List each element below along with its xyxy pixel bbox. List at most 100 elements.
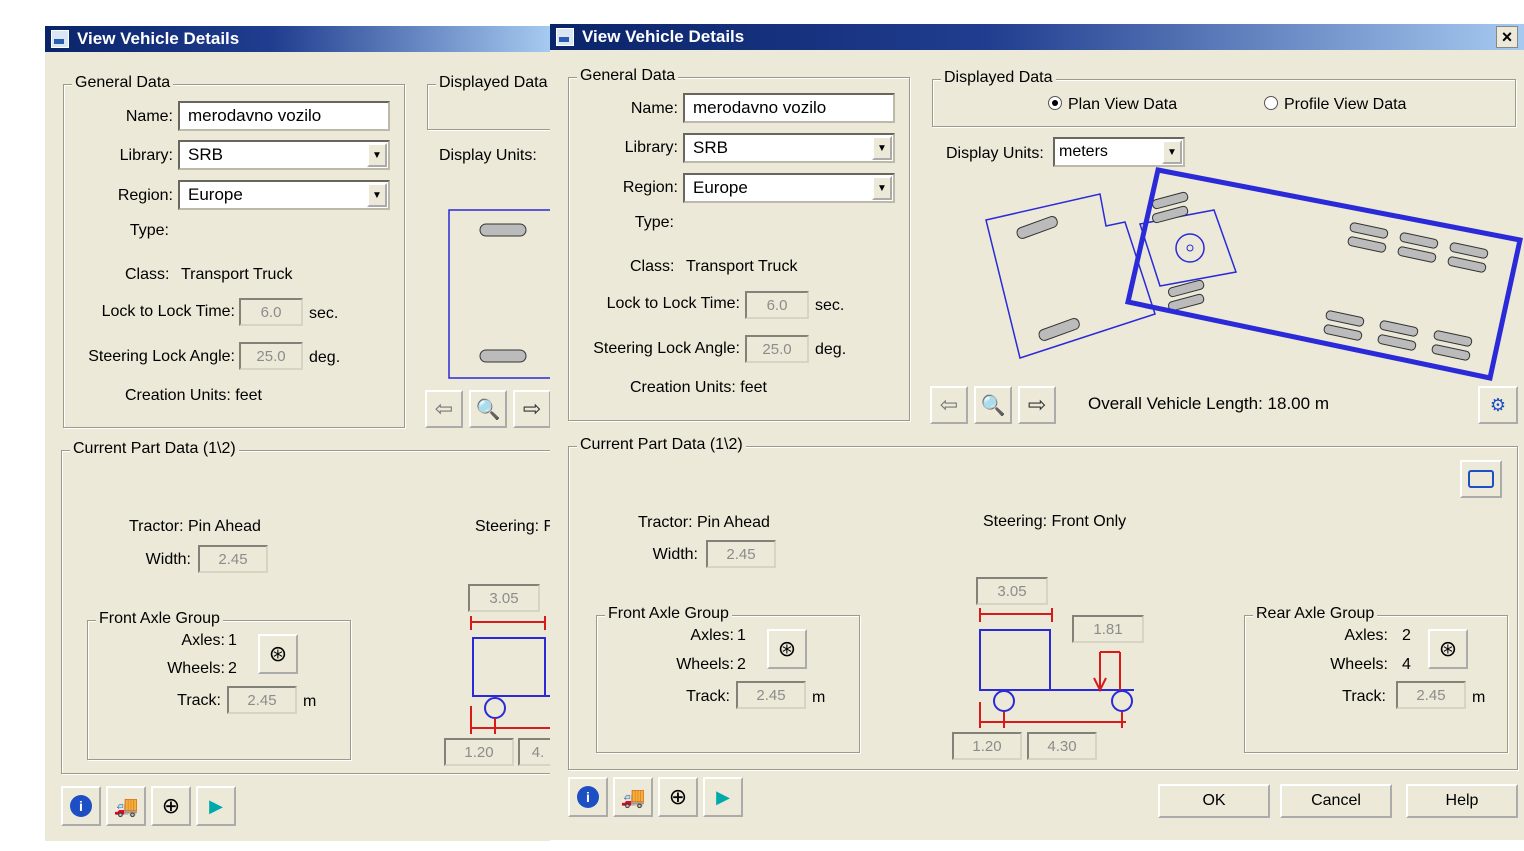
name-field[interactable]: merodavno vozilo [683, 93, 895, 123]
ok-button[interactable]: OK [1158, 784, 1270, 818]
tractor-label: Tractor: Pin Ahead [638, 514, 770, 531]
back-name-field[interactable]: merodavno vozilo [178, 101, 390, 131]
front-window-title: View Vehicle Details [582, 27, 745, 46]
info-icon: i [70, 795, 92, 817]
back-general-group: General Data [63, 74, 405, 428]
front-axles-value: 1 [737, 627, 746, 644]
back-zoom-button[interactable]: 🔍 [469, 390, 507, 428]
arrow-right-button[interactable]: ⇨ [1018, 386, 1056, 424]
back-plan-drawing [448, 209, 550, 379]
back-dim-bl-field: 1.20 [444, 738, 514, 766]
back-info-button[interactable]: i [61, 786, 101, 826]
front-track-label: Track: [686, 688, 730, 705]
info-icon: i [577, 786, 599, 808]
crosshair-button[interactable]: ⊕ [658, 777, 698, 817]
help-button[interactable]: Help [1406, 784, 1518, 818]
back-library-label: Library: [119, 147, 173, 164]
creation-label: Creation Units: feet [630, 379, 767, 396]
truck-button[interactable]: 🚚 [613, 777, 653, 817]
front-wheel-button[interactable]: ⊛ [767, 629, 807, 669]
info-button[interactable]: i [568, 777, 608, 817]
front-dialog: View Vehicle Details × General Data Name… [550, 24, 1524, 840]
back-window-title: View Vehicle Details [77, 29, 240, 48]
vehicle-export-icon: ▶ [716, 786, 730, 807]
back-vehicle-export-button[interactable]: ▶ [196, 786, 236, 826]
front-track-unit: m [812, 689, 826, 706]
plan-view-radio[interactable]: Plan View Data [1048, 96, 1177, 114]
back-track-unit: m [303, 693, 317, 710]
display-units-select[interactable]: meters ▼ [1053, 137, 1185, 167]
back-class-label: Class: [125, 266, 170, 283]
arrow-left-button[interactable]: ⇦ [930, 386, 968, 424]
back-dim-top-field: 3.05 [468, 584, 540, 612]
profile-view-radio[interactable]: Profile View Data [1264, 96, 1406, 114]
back-truck-button[interactable]: 🚚 [106, 786, 146, 826]
arrow-right-icon: ⇨ [522, 396, 542, 421]
front-wheels-label: Wheels: [676, 656, 734, 673]
back-axles-label: Axles: [181, 632, 225, 649]
profile-drawing [979, 608, 1134, 728]
arrow-right-icon: ⇨ [1027, 392, 1047, 417]
name-label: Name: [630, 100, 678, 117]
chevron-down-icon[interactable]: ▼ [872, 176, 892, 200]
back-title-bar[interactable]: View Vehicle Details [45, 26, 550, 52]
region-select[interactable]: Europe ▼ [683, 173, 895, 203]
rear-wheel-button[interactable]: ⊛ [1428, 629, 1468, 669]
part-view-button[interactable] [1460, 460, 1502, 498]
vehicle-export-button[interactable]: ▶ [703, 777, 743, 817]
zoom-icon: 🔍 [475, 398, 501, 421]
steering-label: Steering: Front Only [983, 513, 1127, 530]
general-group: General Data [568, 67, 910, 421]
back-track-label: Track: [177, 692, 221, 709]
back-dim-br-field: 4. [518, 738, 550, 766]
chevron-down-icon[interactable]: ▼ [1162, 140, 1182, 164]
width-field: 2.45 [706, 540, 776, 568]
steer-unit: deg. [815, 341, 847, 358]
overall-length-label: Overall Vehicle Length: 18.00 m [1088, 394, 1329, 413]
back-library-select[interactable]: SRB ▼ [178, 140, 390, 170]
truck-icon: 🚚 [113, 795, 139, 818]
back-arrow-right-button[interactable]: ⇨ [513, 390, 550, 428]
front-axles-label: Axles: [690, 627, 734, 644]
zoom-button[interactable]: 🔍 [974, 386, 1012, 424]
truck-icon: 🚚 [620, 786, 646, 809]
back-creation-label: Creation Units: feet [125, 387, 262, 404]
rear-track-label: Track: [1342, 688, 1386, 705]
back-dialog: View Vehicle Details General Data Name: … [45, 26, 550, 841]
front-axle-title: Front Axle Group [605, 605, 732, 623]
back-wheel-button[interactable]: ⊛ [258, 634, 298, 674]
chevron-down-icon[interactable]: ▼ [872, 136, 892, 160]
vehicle-tool-button[interactable]: ⚙ [1478, 386, 1518, 424]
back-name-label: Name: [125, 108, 173, 125]
displayed-title: Displayed Data [941, 69, 1056, 87]
chevron-down-icon[interactable]: ▼ [367, 183, 387, 207]
display-units-label: Display Units: [946, 145, 1044, 162]
crosshair-icon: ⊕ [161, 793, 181, 818]
chevron-down-icon[interactable]: ▼ [367, 143, 387, 167]
arrow-left-icon: ⇦ [434, 396, 454, 421]
back-arrow-left-button[interactable]: ⇦ [425, 390, 463, 428]
front-title-bar[interactable]: View Vehicle Details × [550, 24, 1524, 50]
back-units-label: Display Units: [439, 147, 537, 164]
cancel-button[interactable]: Cancel [1280, 784, 1392, 818]
back-region-select[interactable]: Europe ▼ [178, 180, 390, 210]
class-label: Class: [630, 258, 675, 275]
back-general-title: General Data [72, 74, 174, 92]
front-track-field: 2.45 [736, 681, 806, 709]
back-track-field: 2.45 [227, 686, 297, 714]
wheel-icon: ⊛ [1438, 636, 1458, 661]
rear-track-unit: m [1472, 689, 1486, 706]
back-displayed-title: Displayed Data [436, 74, 550, 92]
app-icon [51, 30, 69, 48]
rear-track-field: 2.45 [1396, 681, 1466, 709]
lock-label: Lock to Lock Time: [606, 295, 740, 312]
back-part-title: Current Part Data (1\2) [70, 440, 239, 458]
lock-unit: sec. [815, 297, 845, 314]
steer-label: Steering Lock Angle: [593, 340, 740, 357]
back-steer-unit: deg. [309, 349, 341, 366]
library-select[interactable]: SRB ▼ [683, 133, 895, 163]
back-front-axle-title: Front Axle Group [96, 610, 223, 628]
steer-field: 25.0 [745, 335, 809, 363]
close-icon[interactable]: × [1496, 26, 1518, 48]
back-crosshair-button[interactable]: ⊕ [151, 786, 191, 826]
